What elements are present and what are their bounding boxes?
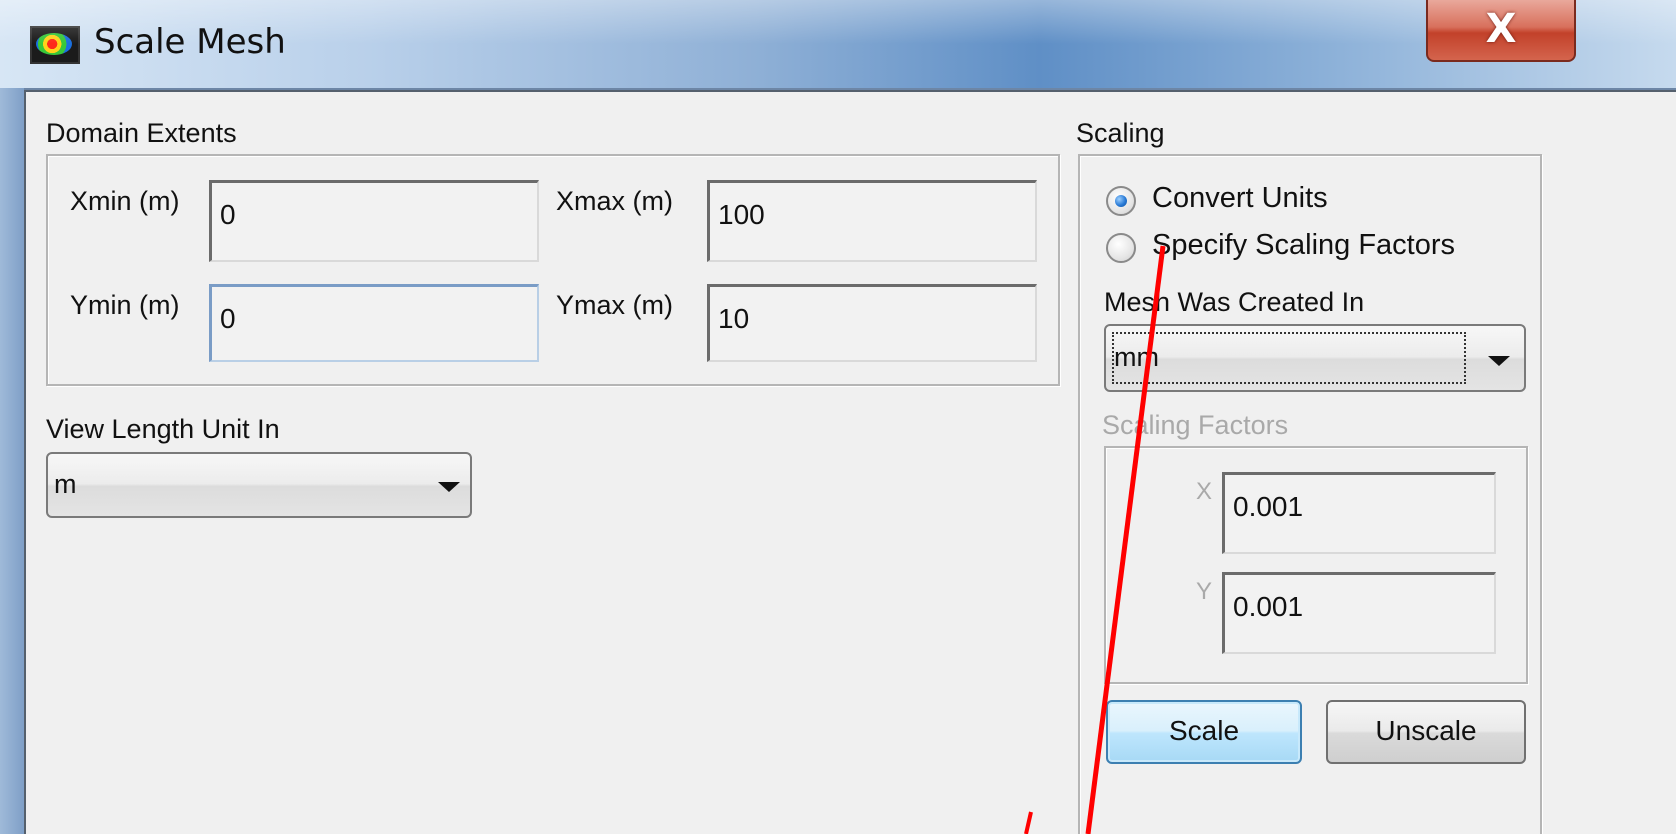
specify-scaling-factors-label: Specify Scaling Factors bbox=[1152, 229, 1456, 261]
scale-button[interactable]: Scale bbox=[1106, 700, 1302, 764]
chevron-down-icon bbox=[1488, 356, 1510, 366]
view-length-unit-value: m bbox=[54, 469, 77, 499]
xmin-label: Xmin (m) bbox=[70, 186, 180, 216]
scale-y-label: Y bbox=[1196, 578, 1213, 605]
view-length-unit-label: View Length Unit In bbox=[46, 414, 280, 444]
mesh-created-in-value: mm bbox=[1114, 342, 1159, 372]
view-length-unit-dropdown[interactable]: m bbox=[46, 452, 472, 518]
radio-selected-dot bbox=[1115, 195, 1127, 207]
dialog-body: Domain Extents Xmin (m) 0 Xmax (m) 100 Y… bbox=[24, 90, 1676, 834]
title-bar[interactable]: Scale Mesh X bbox=[0, 0, 1676, 90]
window-frame-left bbox=[0, 88, 24, 834]
scale-mesh-dialog: Scale Mesh X Domain Extents Xmin (m) 0 X… bbox=[0, 0, 1676, 834]
ymin-label: Ymin (m) bbox=[70, 290, 180, 320]
ymax-label: Ymax (m) bbox=[556, 290, 673, 320]
window-title: Scale Mesh bbox=[94, 22, 286, 62]
focus-rectangle bbox=[1112, 332, 1466, 384]
scaling-factors-label: Scaling Factors bbox=[1102, 410, 1289, 440]
domain-extents-label: Domain Extents bbox=[46, 118, 237, 148]
app-icon bbox=[30, 26, 80, 64]
mesh-created-in-label: Mesh Was Created In bbox=[1104, 287, 1365, 317]
ymin-field[interactable]: 0 bbox=[209, 284, 539, 362]
close-button[interactable]: X bbox=[1426, 0, 1576, 62]
radio-circle-icon bbox=[1106, 233, 1136, 263]
close-icon: X bbox=[1485, 6, 1517, 52]
scale-x-field[interactable]: 0.001 bbox=[1222, 472, 1496, 554]
chevron-down-icon bbox=[438, 482, 460, 492]
unscale-button[interactable]: Unscale bbox=[1326, 700, 1526, 764]
xmax-label: Xmax (m) bbox=[556, 186, 673, 216]
convert-units-label: Convert Units bbox=[1152, 182, 1328, 214]
scaling-label: Scaling bbox=[1076, 118, 1165, 148]
ymax-field[interactable]: 10 bbox=[707, 284, 1037, 362]
radio-circle-icon bbox=[1106, 186, 1136, 216]
mesh-created-in-dropdown[interactable]: mm bbox=[1104, 324, 1526, 392]
scale-y-field[interactable]: 0.001 bbox=[1222, 572, 1496, 654]
xmin-field[interactable]: 0 bbox=[209, 180, 539, 262]
scale-x-label: X bbox=[1196, 478, 1213, 505]
xmax-field[interactable]: 100 bbox=[707, 180, 1037, 262]
